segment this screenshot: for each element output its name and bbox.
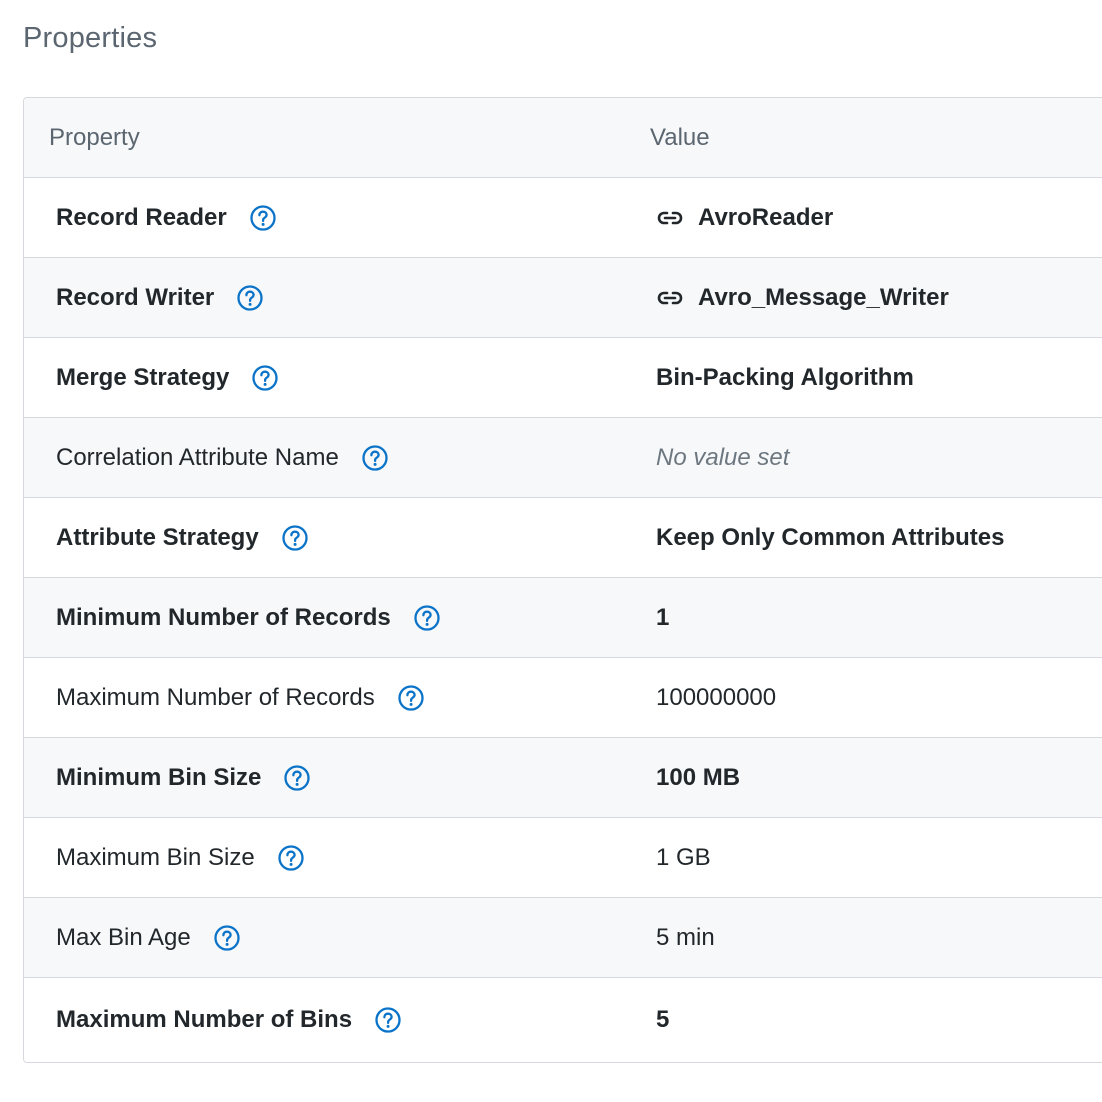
property-value: Bin-Packing Algorithm — [656, 363, 914, 391]
property-name-cell: Maximum Number of Bins — [56, 978, 402, 1062]
property-value-placeholder: No value set — [656, 443, 790, 471]
help-circle-icon[interactable] — [374, 1006, 402, 1034]
property-value-cell[interactable]: AvroReader — [656, 178, 833, 257]
property-value-cell: No value set — [656, 418, 789, 497]
property-value: 100 MB — [656, 763, 741, 791]
table-row: Maximum Number of Bins 5 — [24, 978, 1102, 1062]
help-circle-icon[interactable] — [283, 764, 311, 792]
table-header: Property Value — [24, 98, 1102, 178]
property-name: Attribute Strategy — [56, 523, 259, 551]
property-value: 1 — [656, 603, 670, 631]
property-value-cell: 5 — [656, 978, 669, 1062]
property-name: Record Reader — [56, 203, 227, 231]
property-value: Keep Only Common Attributes — [656, 523, 1005, 551]
property-value: 5 min — [656, 923, 715, 951]
property-value: 1 GB — [656, 843, 711, 871]
property-name: Correlation Attribute Name — [56, 443, 339, 471]
property-value-cell: 5 min — [656, 898, 715, 977]
properties-table: Property Value Record Reader AvroReader Re… — [23, 97, 1102, 1063]
help-circle-icon[interactable] — [397, 684, 425, 712]
table-row: Minimum Bin Size 100 MB — [24, 738, 1102, 818]
property-name: Maximum Number of Records — [56, 683, 375, 711]
table-row: Merge Strategy Bin-Packing Algorithm — [24, 338, 1102, 418]
properties-page: Properties Property Value Record Reader A… — [0, 0, 1102, 1102]
help-circle-icon[interactable] — [277, 844, 305, 872]
header-property: Property — [49, 123, 140, 151]
property-name: Merge Strategy — [56, 363, 230, 391]
property-name-cell: Merge Strategy — [56, 338, 279, 417]
table-row: Maximum Number of Records 100000000 — [24, 658, 1102, 738]
table-row: Max Bin Age 5 min — [24, 898, 1102, 978]
property-name: Record Writer — [56, 283, 215, 311]
property-name-cell: Record Reader — [56, 178, 277, 257]
property-name-cell: Maximum Number of Records — [56, 658, 425, 737]
table-row: Maximum Bin Size 1 GB — [24, 818, 1102, 898]
table-row: Attribute Strategy Keep Only Common Attri… — [24, 498, 1102, 578]
property-value-cell[interactable]: Avro_Message_Writer — [656, 258, 949, 337]
property-value-cell: 100000000 — [656, 658, 776, 737]
property-value[interactable]: AvroReader — [698, 204, 833, 232]
section-title: Properties — [23, 22, 158, 54]
property-value[interactable]: Avro_Message_Writer — [698, 284, 949, 312]
property-value-cell: Keep Only Common Attributes — [656, 498, 1004, 577]
property-name-cell: Maximum Bin Size — [56, 818, 305, 897]
property-value-cell: Bin-Packing Algorithm — [656, 338, 914, 417]
link-icon[interactable] — [656, 288, 684, 308]
property-value: 5 — [656, 1006, 670, 1033]
property-name: Maximum Bin Size — [56, 843, 255, 871]
help-circle-icon[interactable] — [413, 604, 441, 632]
property-name: Maximum Number of Bins — [56, 1006, 353, 1033]
property-name-cell: Attribute Strategy — [56, 498, 309, 577]
property-name-cell: Max Bin Age — [56, 898, 241, 977]
link-icon[interactable] — [656, 208, 684, 228]
help-circle-icon[interactable] — [251, 364, 279, 392]
header-value: Value — [650, 123, 710, 151]
property-name-cell: Record Writer — [56, 258, 264, 337]
table-row: Minimum Number of Records 1 — [24, 578, 1102, 658]
help-circle-icon[interactable] — [249, 204, 277, 232]
help-circle-icon[interactable] — [213, 924, 241, 952]
table-row: Record Reader AvroReader — [24, 178, 1102, 258]
property-value-cell: 100 MB — [656, 738, 740, 817]
table-row: Correlation Attribute Name No value set — [24, 418, 1102, 498]
property-value: 100000000 — [656, 683, 777, 711]
property-value-cell: 1 GB — [656, 818, 711, 897]
property-name-cell: Minimum Bin Size — [56, 738, 311, 817]
table-body: Record Reader AvroReader Record Writer Avro… — [24, 178, 1102, 1062]
property-name-cell: Minimum Number of Records — [56, 578, 441, 657]
property-value-cell: 1 — [656, 578, 669, 657]
table-row: Record Writer Avro_Message_Writer — [24, 258, 1102, 338]
property-name: Max Bin Age — [56, 923, 191, 951]
help-circle-icon[interactable] — [236, 284, 264, 312]
help-circle-icon[interactable] — [361, 444, 389, 472]
property-name: Minimum Number of Records — [56, 603, 391, 631]
property-name-cell: Correlation Attribute Name — [56, 418, 389, 497]
property-name: Minimum Bin Size — [56, 763, 262, 791]
help-circle-icon[interactable] — [281, 524, 309, 552]
